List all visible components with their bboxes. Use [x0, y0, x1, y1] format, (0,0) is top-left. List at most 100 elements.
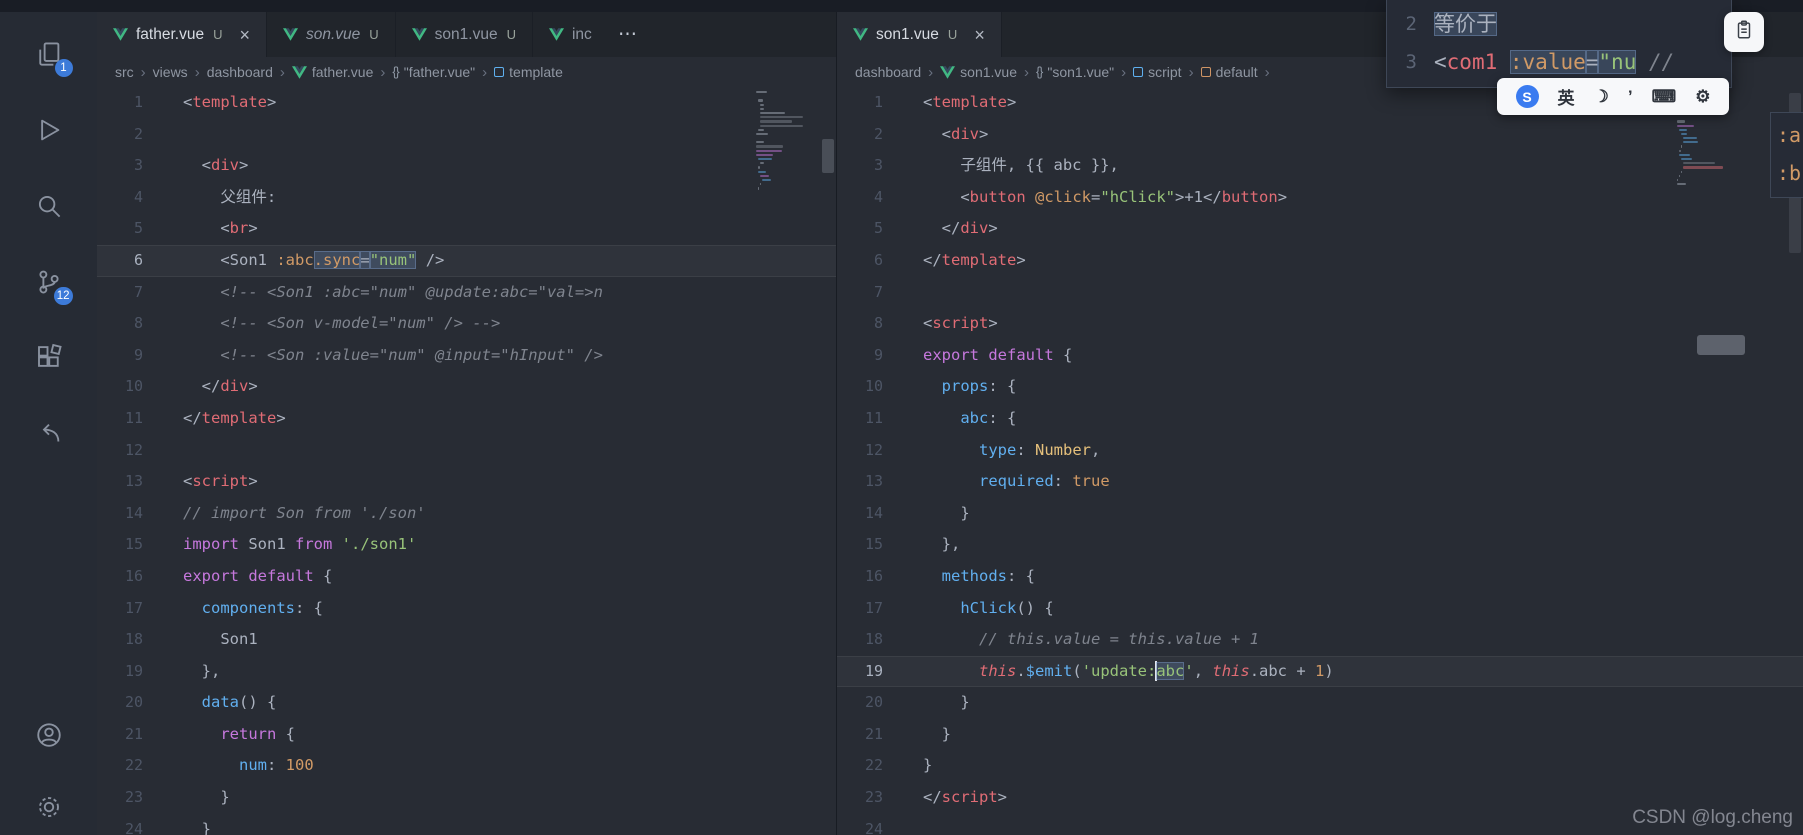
- line-number[interactable]: 9: [97, 340, 143, 372]
- code-line[interactable]: 17 components: {: [97, 593, 836, 625]
- breadcrumb-item[interactable]: views: [153, 64, 188, 80]
- breadcrumb-item[interactable]: dashboard: [855, 64, 921, 80]
- activity-settings[interactable]: [33, 793, 65, 825]
- breadcrumb-item[interactable]: src: [115, 64, 134, 80]
- breadcrumb-item[interactable]: {} "father.vue": [392, 64, 475, 80]
- code-area[interactable]: 1 <template> 2 3 <div> 4 父组件: 5 <br> 6 <Son1 :…: [97, 87, 836, 835]
- line-number[interactable]: 16: [837, 561, 883, 593]
- code-line[interactable]: 14// import Son from './son': [97, 498, 836, 530]
- line-number[interactable]: 21: [837, 719, 883, 751]
- code-line[interactable]: 10 props: {: [837, 371, 1803, 403]
- tab-son1.vue[interactable]: son1.vue U: [395, 12, 533, 57]
- breadcrumb-item[interactable]: son1.vue: [940, 64, 1017, 80]
- line-number[interactable]: 17: [837, 593, 883, 625]
- line-number[interactable]: 1: [837, 87, 883, 119]
- code-line[interactable]: 16 export default {: [97, 561, 836, 593]
- scrollbar[interactable]: [822, 139, 834, 173]
- code-line[interactable]: 8 <!-- <Son v-model="num" /> -->: [97, 308, 836, 340]
- code-line[interactable]: 5 </div>: [837, 213, 1803, 245]
- code-line[interactable]: 7 <!-- <Son1 :abc="num" @update:abc="val…: [97, 277, 836, 309]
- line-number[interactable]: 18: [97, 624, 143, 656]
- breadcrumb-item[interactable]: default: [1200, 64, 1258, 80]
- line-number[interactable]: 24: [837, 814, 883, 835]
- code-line[interactable]: 22}: [837, 750, 1803, 782]
- code-line[interactable]: 17 hClick() {: [837, 593, 1803, 625]
- activity-back-arrow[interactable]: [33, 420, 65, 452]
- code-line[interactable]: 14 }: [837, 498, 1803, 530]
- line-number[interactable]: 8: [837, 308, 883, 340]
- code-line[interactable]: 22 num: 100: [97, 750, 836, 782]
- line-number[interactable]: 20: [97, 687, 143, 719]
- line-number[interactable]: 10: [97, 371, 143, 403]
- line-number[interactable]: 17: [97, 593, 143, 625]
- line-number[interactable]: 11: [97, 403, 143, 435]
- code-line[interactable]: 19 },: [97, 656, 836, 688]
- breadcrumb-item[interactable]: {} "son1.vue": [1036, 64, 1114, 80]
- line-number[interactable]: 14: [837, 498, 883, 530]
- activity-search[interactable]: [33, 192, 65, 224]
- code-line[interactable]: 10 </div>: [97, 371, 836, 403]
- tab-father.vue[interactable]: father.vue U ×: [97, 12, 267, 57]
- activity-extensions[interactable]: [33, 343, 65, 376]
- code-line[interactable]: 6 <Son1 :abc.sync="num" />: [97, 245, 836, 277]
- code-line[interactable]: 21 }: [837, 719, 1803, 751]
- code-line[interactable]: 8 <script>: [837, 308, 1803, 340]
- code-line[interactable]: 12: [97, 435, 836, 467]
- line-number[interactable]: 7: [97, 277, 143, 309]
- gear-icon[interactable]: ⚙: [1695, 87, 1710, 107]
- line-number[interactable]: 3: [97, 150, 143, 182]
- code-line[interactable]: 3 <div>: [97, 150, 836, 182]
- line-number[interactable]: 19: [837, 656, 883, 688]
- line-number[interactable]: 16: [97, 561, 143, 593]
- line-number[interactable]: 2: [837, 119, 883, 151]
- code-line[interactable]: 18 // this.value = this.value + 1: [837, 624, 1803, 656]
- line-number[interactable]: 5: [837, 213, 883, 245]
- line-number[interactable]: 5: [97, 213, 143, 245]
- more-tabs-button[interactable]: ⋯: [609, 12, 647, 57]
- line-number[interactable]: 12: [97, 435, 143, 467]
- line-number[interactable]: 13: [837, 466, 883, 498]
- moon-icon[interactable]: ☽: [1594, 87, 1609, 107]
- line-number[interactable]: 13: [97, 466, 143, 498]
- code-line[interactable]: 20 data() {: [97, 687, 836, 719]
- code-line[interactable]: 12 type: Number,: [837, 435, 1803, 467]
- line-number[interactable]: 4: [97, 182, 143, 214]
- code-line[interactable]: 4 <button @click="hClick">+1</button>: [837, 182, 1803, 214]
- code-line[interactable]: 11 </template>: [97, 403, 836, 435]
- code-line[interactable]: 1 <template>: [97, 87, 836, 119]
- sogou-logo-icon[interactable]: S: [1515, 85, 1539, 108]
- minimap[interactable]: [756, 90, 820, 191]
- activity-files[interactable]: 1: [33, 40, 73, 77]
- line-number[interactable]: 22: [837, 750, 883, 782]
- ime-toolbar[interactable]: S 英 ☽ ’ ⌨ ⚙: [1497, 78, 1729, 115]
- activity-source-control[interactable]: 12: [33, 268, 73, 305]
- line-number[interactable]: 8: [97, 308, 143, 340]
- close-icon[interactable]: ×: [239, 26, 250, 44]
- code-line[interactable]: 4 父组件:: [97, 182, 836, 214]
- scroll-indicator[interactable]: [1697, 335, 1745, 355]
- tab-son.vue[interactable]: son.vue U: [266, 12, 396, 57]
- code-line[interactable]: 23 }: [97, 782, 836, 814]
- code-line[interactable]: 24 }: [97, 814, 836, 835]
- tab-son1.vue[interactable]: son1.vue U ×: [837, 12, 1002, 57]
- line-number[interactable]: 23: [837, 782, 883, 814]
- activity-run[interactable]: [33, 116, 65, 148]
- code-line[interactable]: 2: [97, 119, 836, 151]
- code-line[interactable]: 3 子组件, {{ abc }},: [837, 150, 1803, 182]
- code-line[interactable]: 9 <!-- <Son :value="num" @input="hInput"…: [97, 340, 836, 372]
- code-line[interactable]: 2 <div>: [837, 119, 1803, 151]
- line-number[interactable]: 12: [837, 435, 883, 467]
- line-number[interactable]: 19: [97, 656, 143, 688]
- code-line[interactable]: 5 <br>: [97, 213, 836, 245]
- code-line[interactable]: 15 },: [837, 529, 1803, 561]
- ime-clipboard-button[interactable]: [1724, 12, 1764, 52]
- lang-mode-icon[interactable]: 英: [1558, 84, 1575, 109]
- breadcrumb-item[interactable]: dashboard: [207, 64, 273, 80]
- keyboard-icon[interactable]: ⌨: [1652, 87, 1677, 107]
- line-number[interactable]: 14: [97, 498, 143, 530]
- code-line[interactable]: 18 Son1: [97, 624, 836, 656]
- breadcrumb-item[interactable]: template: [494, 64, 563, 80]
- close-icon[interactable]: ×: [974, 26, 985, 44]
- code-area[interactable]: 1 <template> 2 <div> 3 子组件, {{ abc }}, 4 <bu…: [837, 87, 1803, 835]
- code-line[interactable]: 9 export default {: [837, 340, 1803, 372]
